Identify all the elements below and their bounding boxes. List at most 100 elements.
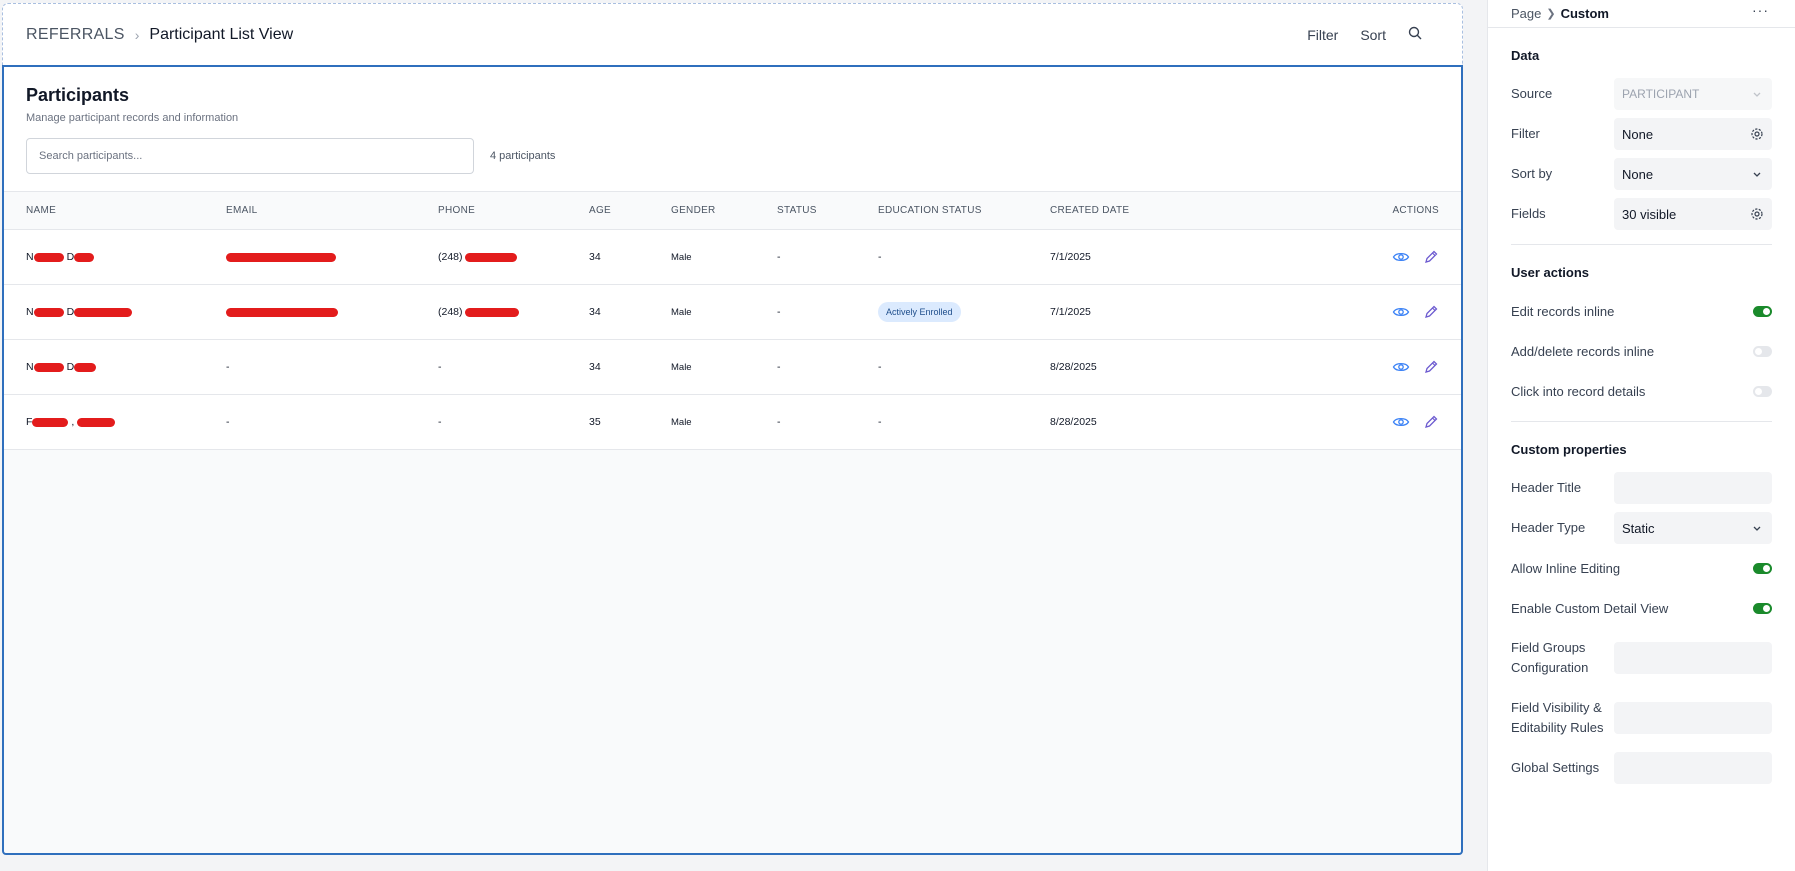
pencil-icon[interactable] <box>1421 414 1439 430</box>
allow-inline-toggle[interactable] <box>1753 562 1772 574</box>
panel-breadcrumb-page[interactable]: Page <box>1511 6 1541 21</box>
sortby-select[interactable]: None <box>1614 158 1772 190</box>
cell-email <box>204 285 416 340</box>
field-visibility-label: Field Visibility & Editability Rules <box>1511 700 1604 735</box>
source-row: Source PARTICIPANT <box>1511 74 1772 114</box>
col-name[interactable]: NAME <box>4 192 204 230</box>
global-settings-row: Global Settings <box>1511 748 1772 788</box>
cell-status: - <box>777 361 781 373</box>
properties-panel: Page ❯ Custom ··· Data Source PARTICIPAN… <box>1487 0 1795 871</box>
eye-icon[interactable] <box>1392 414 1410 430</box>
field-visibility-input[interactable] <box>1614 702 1772 734</box>
panel-breadcrumb: Page ❯ Custom ··· <box>1488 0 1795 28</box>
click-into-details-row: Click into record details <box>1511 371 1772 411</box>
section-title-custom-properties: Custom properties <box>1511 442 1627 457</box>
cell-phone: (248) <box>416 230 567 285</box>
cell-created: 7/1/2025 <box>1050 251 1091 263</box>
custom-properties-section: Custom properties Header Title Header Ty… <box>1488 422 1795 788</box>
col-status[interactable]: STATUS <box>755 192 856 230</box>
cell-status: - <box>777 416 781 428</box>
header-type-select[interactable]: Static <box>1614 512 1772 544</box>
fields-label: Fields <box>1511 206 1546 221</box>
field-groups-input[interactable] <box>1614 642 1772 674</box>
table-row[interactable]: ND (248) 34 Male - - 7/1/2025 <box>4 230 1461 285</box>
page-title: Participants <box>26 85 130 105</box>
enable-detail-label: Enable Custom Detail View <box>1511 600 1669 616</box>
global-settings-label: Global Settings <box>1511 760 1600 775</box>
add-delete-inline-toggle[interactable] <box>1753 345 1772 357</box>
cell-education: - <box>878 251 882 263</box>
pencil-icon[interactable] <box>1421 304 1439 320</box>
cell-status: - <box>777 251 781 263</box>
edit-inline-toggle[interactable] <box>1753 305 1772 317</box>
chevron-right-icon: ❯ <box>1546 8 1556 20</box>
allow-inline-row: Allow Inline Editing <box>1511 548 1772 588</box>
redaction-mark <box>33 252 64 262</box>
cell-education: - <box>878 416 882 428</box>
sort-button[interactable]: Sort <box>1360 27 1386 43</box>
source-label: Source <box>1511 86 1553 101</box>
filter-control[interactable]: None <box>1614 118 1772 150</box>
table-row[interactable]: F, - - 35 Male - - 8/28/2025 <box>4 395 1461 450</box>
enable-detail-row: Enable Custom Detail View <box>1511 588 1772 628</box>
cell-created: 8/28/2025 <box>1050 416 1097 428</box>
fields-control[interactable]: 30 visible <box>1614 198 1772 230</box>
panel-breadcrumb-current: Custom <box>1560 6 1609 21</box>
cell-gender: Male <box>671 416 692 428</box>
filter-button[interactable]: Filter <box>1307 27 1338 43</box>
cell-status: - <box>777 306 781 318</box>
field-groups-row: Field Groups Configuration <box>1511 628 1772 688</box>
click-into-details-toggle[interactable] <box>1753 385 1772 397</box>
enable-detail-toggle[interactable] <box>1753 602 1772 614</box>
eye-icon[interactable] <box>1392 304 1410 320</box>
header-type-row: Header Type Static <box>1511 508 1772 548</box>
canvas: REFERRALS › Participant List View Filter… <box>0 0 1487 871</box>
fields-row: Fields 30 visible <box>1511 194 1772 234</box>
table-row[interactable]: ND (248) 34 Male - Actively Enrolled 7/1… <box>4 285 1461 340</box>
chevron-down-icon <box>1750 87 1764 101</box>
edit-inline-label: Edit records inline <box>1511 303 1615 319</box>
global-settings-input[interactable] <box>1614 752 1772 784</box>
search-input[interactable] <box>26 138 474 174</box>
cell-name: ND <box>4 340 204 395</box>
col-education-status[interactable]: EDUCATION STATUS <box>856 192 1028 230</box>
cell-education: Actively Enrolled <box>856 285 1028 340</box>
filter-label: Filter <box>1511 126 1540 141</box>
breadcrumb-root[interactable]: REFERRALS <box>26 26 125 44</box>
eye-icon[interactable] <box>1392 359 1410 375</box>
col-created-date[interactable]: CREATED DATE <box>1028 192 1178 230</box>
redaction-mark <box>33 362 64 372</box>
cell-age: 34 <box>589 306 601 318</box>
col-email[interactable]: EMAIL <box>204 192 416 230</box>
redaction-mark <box>77 417 116 427</box>
sortby-label: Sort by <box>1511 166 1553 181</box>
field-visibility-row: Field Visibility & Editability Rules <box>1511 688 1772 748</box>
field-groups-label: Field Groups Configuration <box>1511 640 1589 675</box>
pencil-icon[interactable] <box>1421 249 1439 265</box>
cell-age: 35 <box>589 416 601 428</box>
search-icon[interactable] <box>1408 26 1422 43</box>
gear-icon[interactable] <box>1750 207 1764 221</box>
allow-inline-label: Allow Inline Editing <box>1511 560 1621 576</box>
table-row[interactable]: ND - - 34 Male - - 8/28/2025 <box>4 340 1461 395</box>
gear-icon[interactable] <box>1750 127 1764 141</box>
pencil-icon[interactable] <box>1421 359 1439 375</box>
chevron-right-icon: › <box>134 27 140 43</box>
list-header: Participants Manage participant records … <box>4 67 1461 191</box>
participant-count: 4 participants <box>490 150 556 162</box>
col-age[interactable]: AGE <box>567 192 649 230</box>
header-title-input[interactable] <box>1614 472 1772 504</box>
more-options-icon[interactable]: ··· <box>1752 2 1769 18</box>
cell-actions <box>1178 285 1461 340</box>
col-phone[interactable]: PHONE <box>416 192 567 230</box>
col-gender[interactable]: GENDER <box>649 192 755 230</box>
user-actions-section: User actions Edit records inline Add/del… <box>1488 245 1795 411</box>
participants-table: NAME EMAIL PHONE AGE GENDER STATUS EDUCA… <box>4 191 1461 450</box>
eye-icon[interactable] <box>1392 249 1410 265</box>
redaction-mark <box>33 307 64 317</box>
chevron-down-icon <box>1750 521 1764 535</box>
redaction-mark <box>74 307 133 317</box>
add-delete-inline-row: Add/delete records inline <box>1511 331 1772 371</box>
redaction-mark <box>74 362 97 372</box>
header-title-label: Header Title <box>1511 480 1582 495</box>
